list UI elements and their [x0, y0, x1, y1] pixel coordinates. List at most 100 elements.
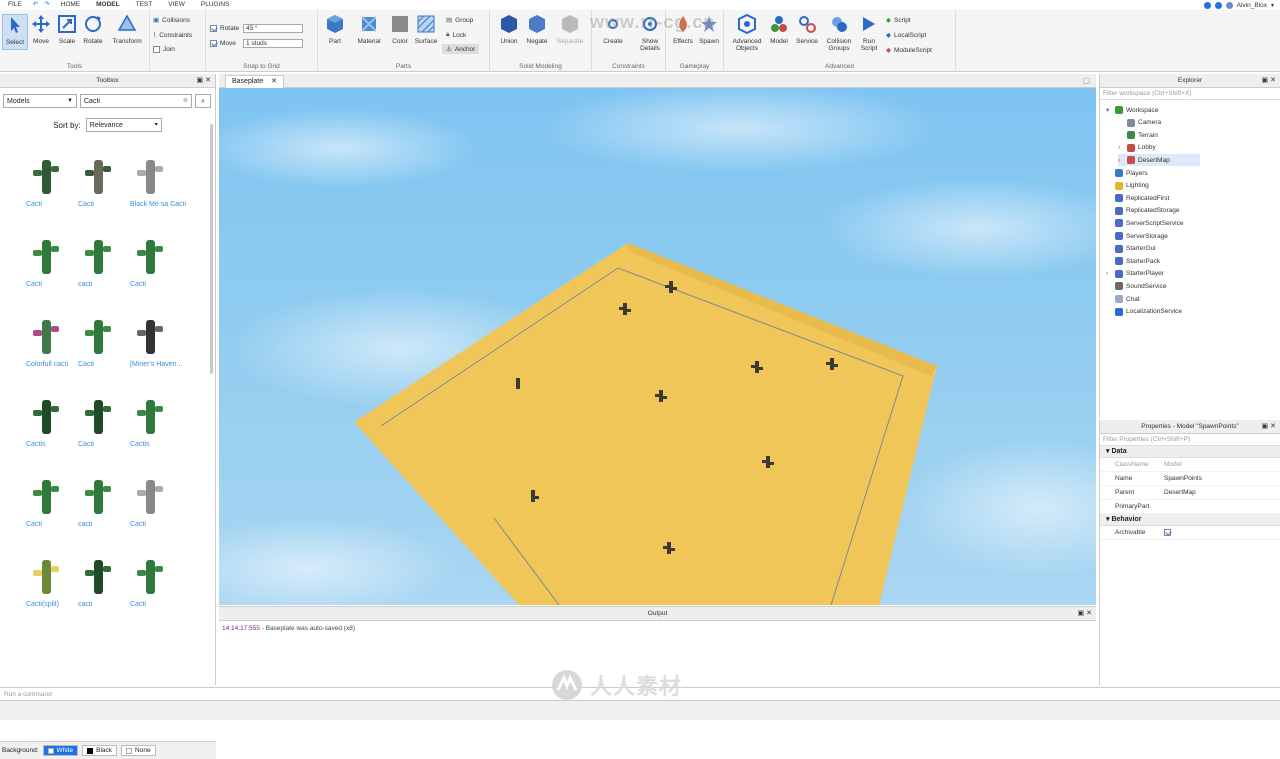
material-button[interactable]: Material	[354, 14, 384, 45]
toolbox-item[interactable]: cacti	[78, 234, 136, 289]
property-value[interactable]: DesertMap	[1160, 486, 1196, 499]
move-snap-input[interactable]: 1 studs	[243, 39, 303, 48]
lock-button[interactable]: 🔒︎ Lock	[446, 31, 466, 39]
notification-icon[interactable]	[1203, 1, 1211, 9]
redo-icon[interactable]: ↷	[41, 0, 52, 10]
property-value[interactable]: Model	[1160, 458, 1182, 471]
rotate-tool[interactable]: Rotate	[80, 14, 106, 45]
property-row[interactable]: ClassName Model	[1100, 458, 1280, 472]
expand-arrow-icon[interactable]: ›	[1118, 144, 1124, 151]
explorer-item[interactable]: Chat	[1106, 293, 1140, 305]
menu-file[interactable]: FILE	[0, 0, 30, 10]
explorer-item[interactable]: StarterGui	[1106, 243, 1156, 255]
select-tool[interactable]: Select	[2, 14, 28, 50]
pin-icon[interactable]: ▣	[1262, 423, 1269, 430]
toolbox-item[interactable]: Cactis	[130, 394, 188, 449]
explorer-item[interactable]: Players	[1106, 167, 1148, 179]
pin-icon[interactable]: ▣	[1262, 77, 1269, 84]
close-icon[interactable]: ✕	[1086, 610, 1092, 617]
toolbox-scrollbar[interactable]	[210, 124, 213, 374]
toolbox-item[interactable]: Cacti	[130, 474, 188, 529]
toolbox-item[interactable]: Cacti	[26, 234, 84, 289]
expand-arrow-icon[interactable]: ›	[1118, 157, 1124, 164]
model-button[interactable]: Model	[766, 14, 792, 45]
explorer-item[interactable]: ReplicatedFirst	[1106, 192, 1169, 204]
transform-tool[interactable]: Transform	[110, 14, 144, 45]
username[interactable]: Alvin_Blox	[1237, 2, 1267, 9]
expand-arrow-icon[interactable]: ▾	[1106, 106, 1112, 114]
bg-none-button[interactable]: None	[121, 745, 156, 756]
toolbox-item[interactable]: Cacti	[78, 154, 136, 209]
explorer-item[interactable]: SoundService	[1106, 280, 1166, 292]
script-button[interactable]: ◆ Script	[886, 16, 911, 25]
close-icon[interactable]: ✕	[1270, 423, 1276, 430]
toolbox-item[interactable]: Cacti	[130, 234, 188, 289]
archivable-checkbox[interactable]	[1164, 529, 1171, 536]
menu-model[interactable]: MODEL	[88, 0, 127, 10]
toolbox-item[interactable]: Cacti	[26, 474, 84, 529]
toolbox-item[interactable]: Colorfull cacti	[26, 314, 84, 369]
help-icon[interactable]	[1214, 1, 1222, 9]
scale-tool[interactable]: Scale	[54, 14, 80, 45]
explorer-item[interactable]: LocalizationService	[1106, 306, 1182, 318]
undo-icon[interactable]: ↶	[30, 0, 41, 10]
menu-view[interactable]: VIEW	[160, 0, 193, 10]
tab-baseplate[interactable]: Baseplate ✕	[225, 75, 285, 88]
part-button[interactable]: Part	[322, 14, 348, 45]
color-button[interactable]: Color	[387, 14, 413, 45]
property-row[interactable]: Name SpawnPoints	[1100, 472, 1280, 486]
explorer-filter-input[interactable]: Filter workspace (Ctrl+Shift+X)	[1100, 88, 1280, 100]
properties-filter-input[interactable]: Filter Properties (Ctrl+Shift+P)	[1100, 434, 1280, 446]
localscript-button[interactable]: ◆ LocalScript	[886, 31, 926, 40]
close-icon[interactable]: ✕	[1270, 77, 1276, 84]
close-tab-icon[interactable]: ✕	[271, 76, 277, 88]
advanced-objects-button[interactable]: Advanced Objects	[728, 13, 766, 52]
explorer-item[interactable]: Terrain	[1118, 129, 1158, 141]
clear-search-icon[interactable]: ⊗	[183, 95, 188, 108]
toolbox-item[interactable]: Cacti(split)	[26, 554, 84, 609]
toolbox-item[interactable]: Cacti	[130, 554, 188, 609]
explorer-item[interactable]: Camera	[1118, 117, 1161, 129]
rotate-snap-checkbox[interactable]	[210, 25, 217, 32]
collision-groups-button[interactable]: Collision Groups	[822, 14, 856, 52]
property-value[interactable]: SpawnPoints	[1160, 472, 1202, 485]
union-button[interactable]: Union	[496, 14, 522, 45]
explorer-item[interactable]: › DesertMap	[1118, 154, 1200, 167]
toolbox-search-input[interactable]: Cacti ⊗	[80, 94, 192, 108]
explorer-item[interactable]: StarterPack	[1106, 255, 1160, 267]
explorer-item[interactable]: ReplicatedStorage	[1106, 205, 1179, 217]
surface-button[interactable]: Surface	[412, 14, 440, 45]
3d-viewport[interactable]	[219, 88, 1096, 605]
sort-select[interactable]: Relevance ▾	[85, 118, 162, 132]
toolbox-item[interactable]: Cacti	[26, 154, 84, 209]
join-checkbox[interactable]	[153, 46, 160, 53]
pin-icon[interactable]: ▣	[197, 77, 204, 84]
service-button[interactable]: Service	[794, 14, 820, 45]
property-value[interactable]	[1160, 500, 1164, 513]
explorer-item[interactable]: ServerStorage	[1106, 230, 1168, 242]
user-menu-icon[interactable]: ▾	[1271, 2, 1274, 9]
constraints-toggle[interactable]: ⌇ Constraints	[153, 31, 192, 40]
explorer-item[interactable]: ServerScriptService	[1106, 217, 1183, 229]
explorer-item[interactable]: › Lobby	[1118, 142, 1156, 154]
toolbox-item[interactable]: Cacti	[78, 394, 136, 449]
property-section[interactable]: ▾ Behavior	[1100, 514, 1280, 526]
separate-button[interactable]: Separate	[554, 14, 586, 45]
toolbox-item[interactable]: Black Me sa Cacti	[130, 154, 188, 209]
move-snap-checkbox[interactable]	[210, 40, 217, 47]
share-icon[interactable]	[1225, 1, 1233, 9]
toolbox-item[interactable]: cacti	[78, 474, 136, 529]
pin-icon[interactable]: ▣	[1078, 610, 1085, 617]
property-row[interactable]: Parent DesertMap	[1100, 486, 1280, 500]
join-toggle[interactable]: Join	[153, 46, 175, 53]
maximize-icon[interactable]: ▢	[1082, 76, 1090, 85]
bg-white-button[interactable]: White	[42, 745, 79, 756]
group-button[interactable]: ▤ Group	[446, 16, 473, 25]
menu-home[interactable]: HOME	[53, 0, 89, 10]
explorer-item[interactable]: › StarterPlayer	[1106, 268, 1164, 280]
toolbox-item[interactable]: cacti	[78, 554, 136, 609]
property-section[interactable]: ▾ Data	[1100, 446, 1280, 458]
run-script-button[interactable]: Run Script	[856, 14, 882, 52]
toolbox-item[interactable]: [Miner's Haven...	[130, 314, 188, 369]
bg-black-button[interactable]: Black	[82, 745, 118, 756]
